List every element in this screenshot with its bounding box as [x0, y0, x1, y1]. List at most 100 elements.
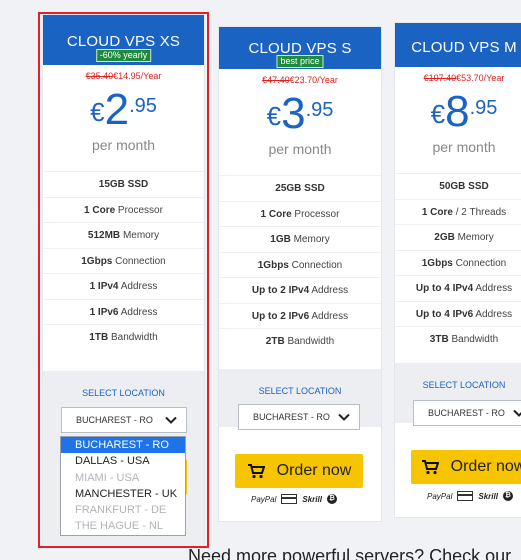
feature-item: 1TB Bandwidth — [43, 324, 204, 350]
old-price: €47.40 — [262, 75, 290, 85]
feature-item: 1 IPv4 Address — [43, 273, 204, 299]
feature-value: Up to 4 IPv4 — [415, 283, 474, 294]
feature-item: 25GB SSD — [219, 175, 381, 201]
feature-item: Up to 2 IPv4 Address — [219, 277, 381, 303]
skrill-logo: Skrill — [302, 494, 322, 504]
plan-card-cloud-vps-s: CLOUD VPS S best price €47.40€23.70/Year… — [218, 26, 382, 522]
feature-text: Address — [309, 310, 349, 322]
feature-value: 1Gbps — [421, 257, 453, 269]
more-servers-text: Need more powerful servers? Check our — [188, 546, 512, 560]
pricing-section: CLOUD VPS XS -60% yearly €35.40€14.95/Ye… — [0, 0, 521, 560]
location-option-manchester[interactable]: MANCHESTER - UK — [61, 486, 185, 502]
price-currency: € — [266, 101, 282, 131]
paypal-logo: PayPal — [251, 494, 277, 504]
location-option-dallas[interactable]: DALLAS - USA — [61, 453, 185, 469]
bitcoin-icon: ₿ — [502, 491, 513, 501]
price-decimal: .95 — [469, 97, 498, 119]
bitcoin-icon: ₿ — [326, 494, 337, 504]
payment-methods: PayPal Skrill ₿ — [427, 491, 513, 501]
selected-location: BUCHAREST - RO — [428, 408, 505, 418]
feature-text: Address — [309, 285, 349, 296]
price-currency: € — [90, 97, 105, 127]
skrill-logo: Skrill — [478, 491, 498, 501]
plan-card-cloud-vps-m: CLOUD VPS M €107.40€53.70/Year €8.95 per… — [394, 22, 521, 518]
feature-item: 3TB Bandwidth — [395, 326, 521, 352]
location-option-frankfurt: FRANKFURT - DE — [75, 504, 167, 517]
old-price: €35.40 — [85, 71, 114, 81]
feature-text: Bandwidth — [284, 336, 335, 347]
feature-item: 1GB Memory — [219, 226, 381, 252]
feature-value: 1 Core — [84, 204, 116, 216]
feature-item: 1 IPv6 Address — [43, 298, 204, 325]
feature-value: 3TB — [429, 334, 449, 345]
feature-value: 2TB — [265, 336, 285, 347]
chevron-down-icon — [338, 413, 350, 421]
location-select[interactable]: BUCHAREST - RO — [238, 404, 360, 430]
order-now-label: Order now — [276, 462, 352, 479]
price-period: per month — [268, 141, 332, 157]
feature-value: 1 Core — [260, 208, 292, 220]
feature-text: / 2 Threads — [452, 206, 507, 218]
location-select[interactable]: BUCHAREST - RO — [413, 400, 521, 426]
feature-value: Up to 2 IPv6 — [251, 310, 310, 322]
feature-item: 1 Core Processor — [219, 200, 381, 227]
feature-text: Bandwidth — [448, 334, 499, 345]
location-option-the-hague: THE HAGUE - NL — [75, 520, 164, 533]
order-now-label: Order now — [450, 458, 521, 475]
feature-value: 1GB — [270, 234, 291, 245]
new-price: €53.70/Year — [456, 73, 505, 83]
location-option-bucharest[interactable]: BUCHAREST - RO — [61, 437, 185, 454]
feature-text: Address — [473, 308, 513, 320]
feature-text: Address — [473, 283, 513, 294]
yearly-price: €107.40€53.70/Year — [395, 73, 521, 83]
payment-methods: PayPal Skrill ₿ — [251, 494, 337, 504]
feature-item: 50GB SSD — [395, 173, 521, 199]
feature-text: Connection — [452, 257, 507, 269]
price-integer: 3 — [281, 89, 306, 138]
feature-item: Up to 4 IPv4 Address — [395, 275, 521, 301]
monthly-price: €8.95 — [395, 89, 521, 135]
paypal-logo: PayPal — [427, 491, 453, 501]
feature-text: Bandwidth — [108, 332, 158, 343]
feature-text: Memory — [290, 234, 330, 245]
feature-text: Address — [118, 306, 158, 318]
cart-icon — [247, 464, 265, 479]
price-decimal: .95 — [305, 99, 334, 121]
location-option-miami: MIAMI - USA — [75, 471, 140, 484]
credit-card-icon — [281, 494, 298, 504]
feature-value: Up to 2 IPv4 — [251, 285, 310, 296]
feature-value: 1TB — [89, 332, 109, 343]
order-now-button[interactable]: Order now — [235, 454, 363, 488]
feature-value: 1 Core — [421, 206, 453, 218]
feature-item: 15GB SSD — [43, 171, 204, 197]
order-now-button[interactable]: Order now — [411, 450, 521, 484]
feature-text: Address — [118, 281, 158, 292]
selected-location: BUCHAREST - RO — [253, 412, 330, 422]
feature-text: Processor — [115, 204, 163, 216]
price-integer: 2 — [104, 85, 130, 134]
feature-item: 2GB Memory — [395, 224, 521, 250]
feature-value: 1 IPv6 — [89, 306, 119, 318]
new-price: €23.70/Year — [289, 75, 338, 85]
location-dropdown-list: BUCHAREST - RO DALLAS - USA MIAMI - USA … — [60, 436, 186, 536]
new-price: €14.95/Year — [113, 71, 162, 81]
location-select[interactable]: BUCHAREST - RO — [61, 407, 187, 433]
feature-item: 1Gbps Connection — [219, 251, 381, 278]
feature-item: 2TB Bandwidth — [219, 328, 381, 354]
plan-header: CLOUD VPS M — [395, 23, 521, 67]
credit-card-icon — [457, 491, 474, 501]
price-integer: 8 — [445, 87, 470, 136]
feature-value: 2GB — [434, 232, 455, 243]
plan-name: CLOUD VPS XS — [66, 33, 181, 50]
best-price-badge: best price — [276, 55, 324, 68]
price-period: per month — [91, 137, 156, 153]
feature-item: Up to 2 IPv6 Address — [219, 302, 381, 329]
feature-item: 1Gbps Connection — [395, 249, 521, 276]
feature-item: 1 Core / 2 Threads — [395, 198, 521, 225]
chevron-down-icon — [165, 416, 177, 424]
monthly-price: €3.95 — [219, 91, 381, 137]
yearly-price: €47.40€23.70/Year — [219, 75, 381, 85]
price-currency: € — [430, 99, 446, 129]
yearly-price: €35.40€14.95/Year — [43, 71, 204, 81]
feature-value: 1 IPv4 — [89, 281, 119, 292]
